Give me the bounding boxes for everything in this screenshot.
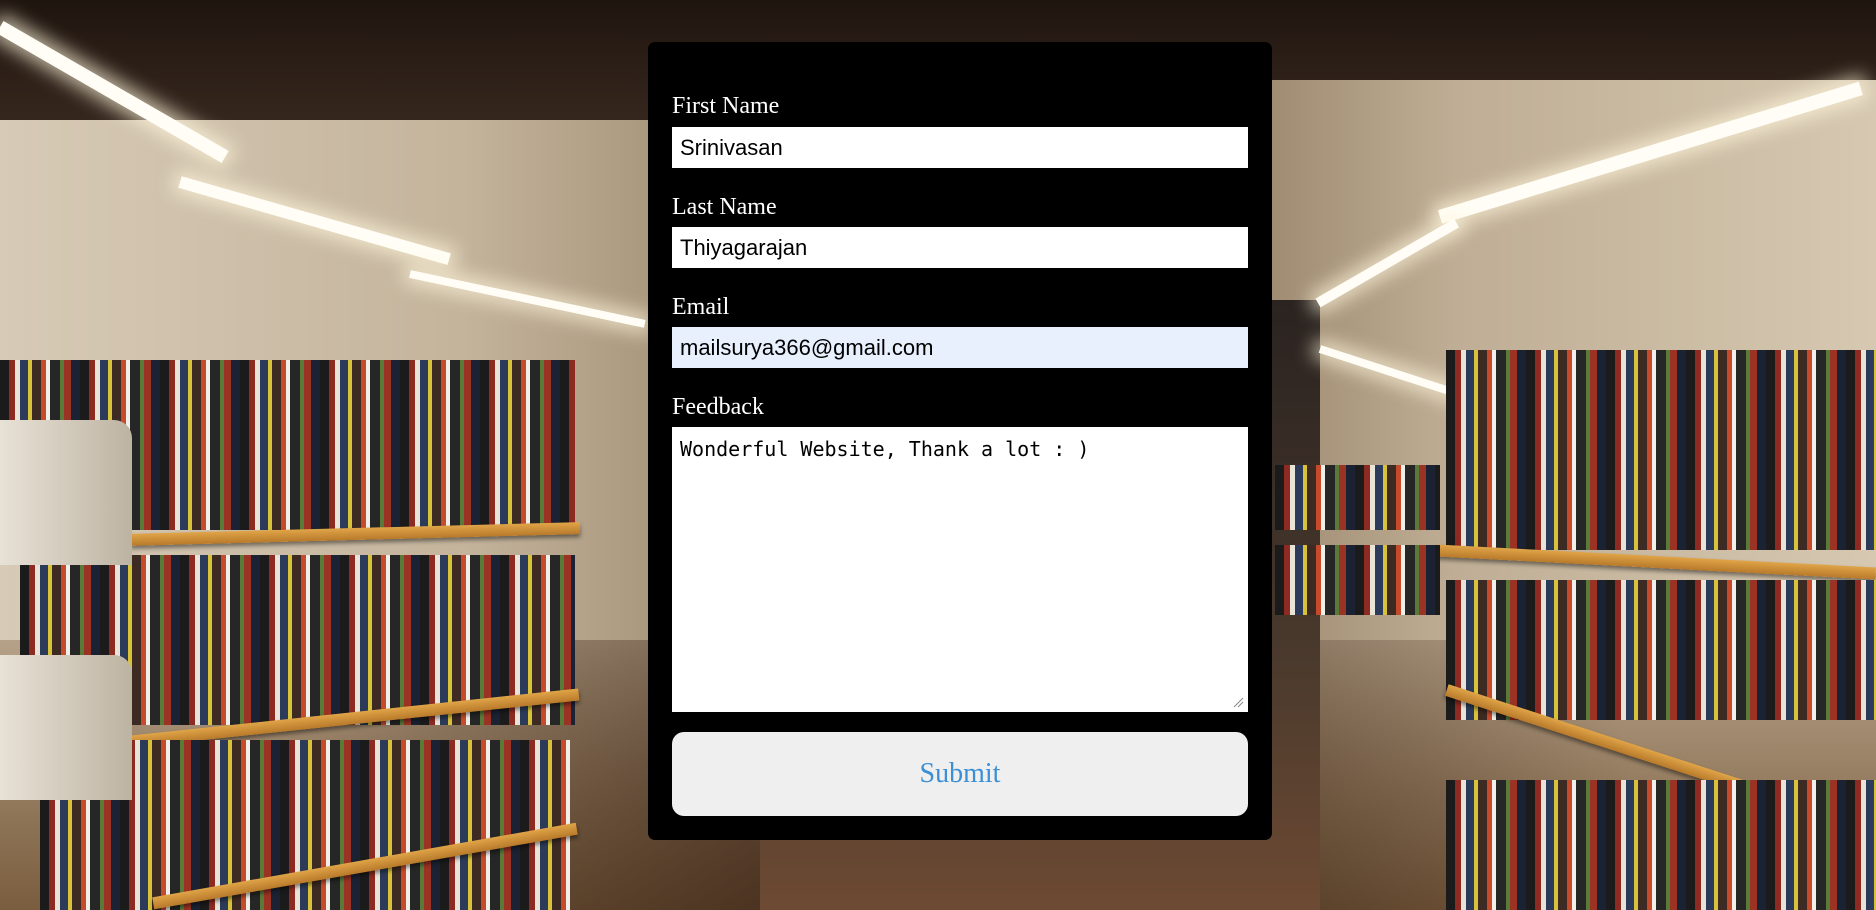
- feedback-form-panel: First Name Last Name Email Feedback Wond…: [648, 42, 1272, 840]
- feedback-textarea-wrapper: Wonderful Website, Thank a lot : ): [672, 427, 1248, 712]
- shelf-end-panel: [0, 420, 132, 565]
- feedback-label: Feedback: [672, 394, 764, 420]
- email-input[interactable]: [672, 327, 1248, 368]
- first-name-input[interactable]: [672, 127, 1248, 168]
- resize-grip-icon[interactable]: [1232, 696, 1244, 708]
- last-name-label: Last Name: [672, 194, 777, 220]
- first-name-label: First Name: [672, 93, 780, 119]
- shelf-end-panel: [0, 655, 132, 800]
- bookshelf-aisle: [1275, 465, 1440, 530]
- submit-button[interactable]: Submit: [672, 732, 1248, 816]
- bookshelf-right: [1446, 580, 1876, 720]
- bookshelf-right: [1446, 350, 1876, 550]
- bookshelf-aisle: [1275, 545, 1440, 615]
- feedback-textarea[interactable]: Wonderful Website, Thank a lot : ): [672, 427, 1248, 712]
- email-label: Email: [672, 294, 730, 320]
- bookshelf-right: [1446, 780, 1876, 910]
- last-name-input[interactable]: [672, 227, 1248, 268]
